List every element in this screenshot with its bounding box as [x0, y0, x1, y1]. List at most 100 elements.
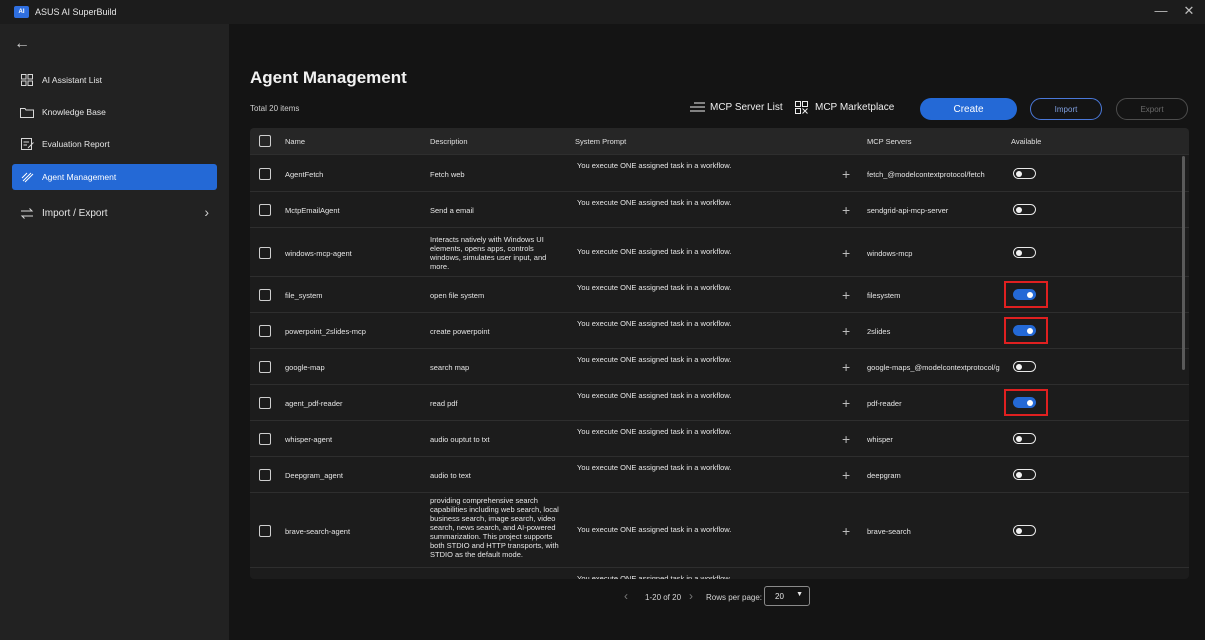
row-checkbox[interactable]: [259, 433, 271, 445]
mcp-server-name: 2slides: [867, 327, 891, 336]
table-row[interactable]: powerpoint_2slides-mcp create powerpoint Y…: [250, 312, 1189, 348]
list-icon: [690, 101, 706, 113]
add-mcp-server-icon[interactable]: +: [842, 202, 850, 218]
page-title: Agent Management: [250, 68, 407, 87]
add-mcp-server-icon[interactable]: +: [842, 359, 850, 375]
toggle-knob: [1016, 527, 1022, 534]
row-checkbox[interactable]: [259, 204, 271, 216]
agent-name: file_system: [285, 291, 323, 300]
column-header-available: Available: [1011, 137, 1042, 146]
add-mcp-server-icon[interactable]: +: [842, 395, 850, 411]
table-row[interactable]: google-map search map You execute ONE assi…: [250, 348, 1189, 384]
table-row[interactable]: agent_pdf-reader read pdf You execute ONE …: [250, 384, 1189, 420]
row-checkbox[interactable]: [259, 361, 271, 373]
agent-name: windows-mcp-agent: [285, 249, 352, 258]
system-prompt: You execute ONE assigned task in a workf…: [577, 319, 732, 328]
add-mcp-server-icon[interactable]: +: [842, 578, 850, 579]
sidebar-item-ai-assistant-list[interactable]: AI Assistant List: [12, 67, 217, 93]
mcp-server-name: brave-search: [867, 527, 911, 536]
mcp-server-list-button[interactable]: MCP Server List: [690, 101, 783, 113]
add-mcp-server-icon[interactable]: +: [842, 467, 850, 483]
available-toggle[interactable]: [1013, 433, 1036, 444]
system-prompt: You execute ONE assigned task in a workf…: [577, 355, 732, 364]
agent-description: providing comprehensive search capabilit…: [430, 496, 559, 559]
sidebar-item-import-export[interactable]: Import / Export ›: [12, 200, 217, 226]
table-row[interactable]: whisper-agent audio ouptut to txt You exec…: [250, 420, 1189, 456]
available-toggle[interactable]: [1013, 204, 1036, 215]
close-button[interactable]: ✕: [1179, 3, 1199, 19]
system-prompt: You execute ONE assigned task in a workf…: [577, 161, 732, 170]
minimize-button[interactable]: —: [1151, 3, 1171, 18]
create-button[interactable]: Create: [920, 98, 1017, 120]
add-mcp-server-icon[interactable]: +: [842, 323, 850, 339]
available-toggle[interactable]: [1013, 525, 1036, 536]
next-page-button[interactable]: ›: [689, 589, 693, 603]
dropdown-caret-icon: ▼: [796, 591, 803, 598]
add-mcp-server-icon[interactable]: +: [842, 523, 850, 539]
available-toggle[interactable]: [1013, 247, 1036, 258]
row-checkbox[interactable]: [259, 325, 271, 337]
add-mcp-server-icon[interactable]: +: [842, 287, 850, 303]
agent-name: MctpEmailAgent: [285, 206, 340, 215]
column-header-system-prompt: System Prompt: [575, 137, 627, 146]
available-toggle[interactable]: [1013, 361, 1036, 372]
rows-per-page-label: Rows per page:: [706, 592, 763, 602]
sidebar-item-evaluation-report[interactable]: Evaluation Report: [12, 131, 217, 157]
system-prompt: You execute ONE assigned task in a workf…: [577, 463, 732, 472]
export-button[interactable]: Export: [1116, 98, 1188, 120]
app-logo-icon: AI: [14, 6, 29, 18]
highlight-box: [1004, 317, 1048, 344]
table-row[interactable]: Deepgram_agent audio to text You execute O…: [250, 456, 1189, 492]
table-row[interactable]: AgentFetch Fetch web You execute ONE assig…: [250, 154, 1189, 191]
rows-per-page-select[interactable]: 20 ▼: [764, 586, 810, 606]
agent-name: brave-search-agent: [285, 527, 351, 536]
mcp-server-name: pdf-reader: [867, 399, 902, 408]
mcp-server-name: filesystem: [867, 291, 901, 300]
column-header-mcp-servers: MCP Servers: [867, 137, 912, 146]
sidebar-item-agent-management[interactable]: Agent Management: [12, 164, 217, 190]
row-checkbox[interactable]: [259, 168, 271, 180]
toggle-knob: [1016, 170, 1022, 177]
add-mcp-server-icon[interactable]: +: [842, 431, 850, 447]
agent-description: Send a email: [430, 206, 474, 215]
column-header-name: Name: [285, 137, 306, 146]
table-row[interactable]: file_system open file system You execute O…: [250, 276, 1189, 312]
mcp-server-name: windows-mcp: [867, 249, 913, 258]
table-row[interactable]: financial_datasets-api-agentFinancial da…: [250, 567, 1189, 579]
table-row[interactable]: MctpEmailAgent Send a email You execute ON…: [250, 191, 1189, 227]
sidebar-item-knowledge-base[interactable]: Knowledge Base: [12, 99, 217, 125]
row-checkbox[interactable]: [259, 397, 271, 409]
mcp-marketplace-button[interactable]: MCP Marketplace: [795, 100, 894, 114]
sidebar-item-label: Evaluation Report: [42, 139, 110, 149]
table-row[interactable]: windows-mcp-agent Interacts natively with…: [250, 227, 1189, 276]
sidebar-item-label: Knowledge Base: [42, 107, 106, 117]
row-checkbox[interactable]: [259, 247, 271, 259]
agent-name: Deepgram_agent: [285, 471, 343, 480]
toggle-knob: [1016, 471, 1022, 478]
mcp-server-name: sendgrid-api-mcp-server: [867, 206, 949, 215]
system-prompt: You execute ONE assigned task in a workf…: [577, 391, 732, 400]
agent-description: open file system: [430, 291, 485, 300]
mcp-server-name: whisper: [867, 435, 893, 444]
add-mcp-server-icon[interactable]: +: [842, 166, 850, 182]
back-arrow-icon[interactable]: ←: [14, 35, 30, 53]
row-checkbox[interactable]: [259, 469, 271, 481]
system-prompt: You execute ONE assigned task in a workf…: [577, 427, 732, 436]
row-checkbox[interactable]: [259, 525, 271, 537]
agent-name: whisper-agent: [285, 435, 333, 444]
select-all-checkbox[interactable]: [259, 135, 271, 147]
system-prompt: You execute ONE assigned task in a workf…: [577, 574, 732, 579]
available-toggle[interactable]: [1013, 168, 1036, 179]
add-mcp-server-icon[interactable]: +: [842, 245, 850, 261]
table-header: Name Description System Prompt MCP Serve…: [250, 128, 1189, 154]
grid-icon: [20, 74, 34, 86]
table-scrollbar[interactable]: [1182, 156, 1185, 370]
prev-page-button[interactable]: ‹: [624, 589, 628, 603]
marketplace-icon: [795, 100, 811, 114]
highlight-box: [1004, 281, 1048, 308]
import-button[interactable]: Import: [1030, 98, 1102, 120]
table-row[interactable]: brave-search-agent providing comprehensi…: [250, 492, 1189, 567]
available-toggle[interactable]: [1013, 469, 1036, 480]
window-title: ASUS AI SuperBuild: [35, 7, 117, 17]
row-checkbox[interactable]: [259, 289, 271, 301]
